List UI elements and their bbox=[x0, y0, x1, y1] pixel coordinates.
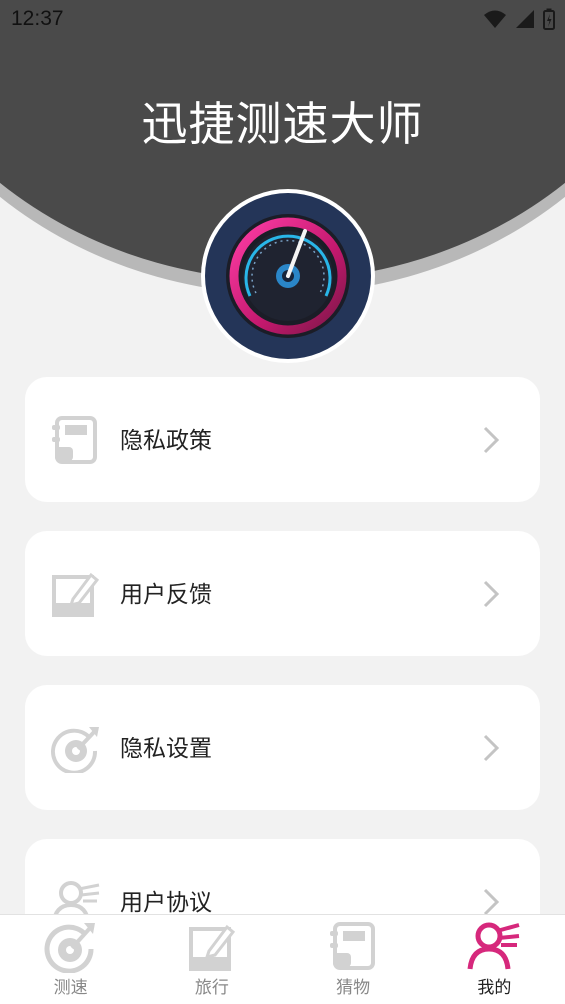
tab-speed-test[interactable]: 测速 bbox=[0, 915, 141, 1004]
tab-label: 我的 bbox=[477, 978, 512, 998]
notebook-icon bbox=[52, 416, 97, 464]
status-icons bbox=[483, 8, 555, 30]
tab-label: 测速 bbox=[53, 978, 88, 998]
menu-item-label: 用户反馈 bbox=[120, 582, 212, 608]
menu-item-privacy-policy[interactable]: 隐私政策 bbox=[25, 377, 540, 502]
chevron-right-icon bbox=[483, 888, 500, 916]
tab-label: 旅行 bbox=[194, 978, 229, 998]
tab-travel[interactable]: 旅行 bbox=[141, 915, 282, 1004]
menu-item-user-feedback[interactable]: 用户反馈 bbox=[25, 531, 540, 656]
menu-item-label: 隐私设置 bbox=[120, 736, 212, 762]
tab-label: 猜物 bbox=[336, 978, 371, 998]
tab-guess[interactable]: 猜物 bbox=[283, 915, 424, 1004]
status-time: 12:37 bbox=[11, 7, 64, 30]
tab-mine[interactable]: 我的 bbox=[424, 915, 565, 1004]
speed-target-icon bbox=[44, 923, 95, 973]
bottom-tab-bar: 测速 旅行 猜物 我的 bbox=[0, 914, 565, 1004]
status-bar: 12:37 bbox=[0, 0, 565, 38]
notebook-icon bbox=[330, 922, 376, 970]
target-icon bbox=[51, 727, 99, 773]
user-icon bbox=[467, 922, 520, 970]
chevron-right-icon bbox=[483, 426, 500, 454]
app-logo-avatar bbox=[201, 189, 375, 363]
edit-icon bbox=[52, 572, 100, 617]
chevron-right-icon bbox=[483, 580, 500, 608]
app-title: 迅捷测速大师 bbox=[141, 97, 424, 151]
menu-item-label: 用户协议 bbox=[120, 890, 212, 916]
wifi-icon bbox=[484, 10, 506, 28]
menu-item-label: 隐私政策 bbox=[120, 428, 212, 454]
battery-icon bbox=[543, 8, 555, 30]
signal-icon bbox=[516, 10, 534, 28]
chevron-right-icon bbox=[483, 734, 500, 762]
edit-icon bbox=[188, 924, 235, 971]
speedometer-icon bbox=[205, 193, 371, 359]
menu-item-privacy-settings[interactable]: 隐私设置 bbox=[25, 685, 540, 810]
